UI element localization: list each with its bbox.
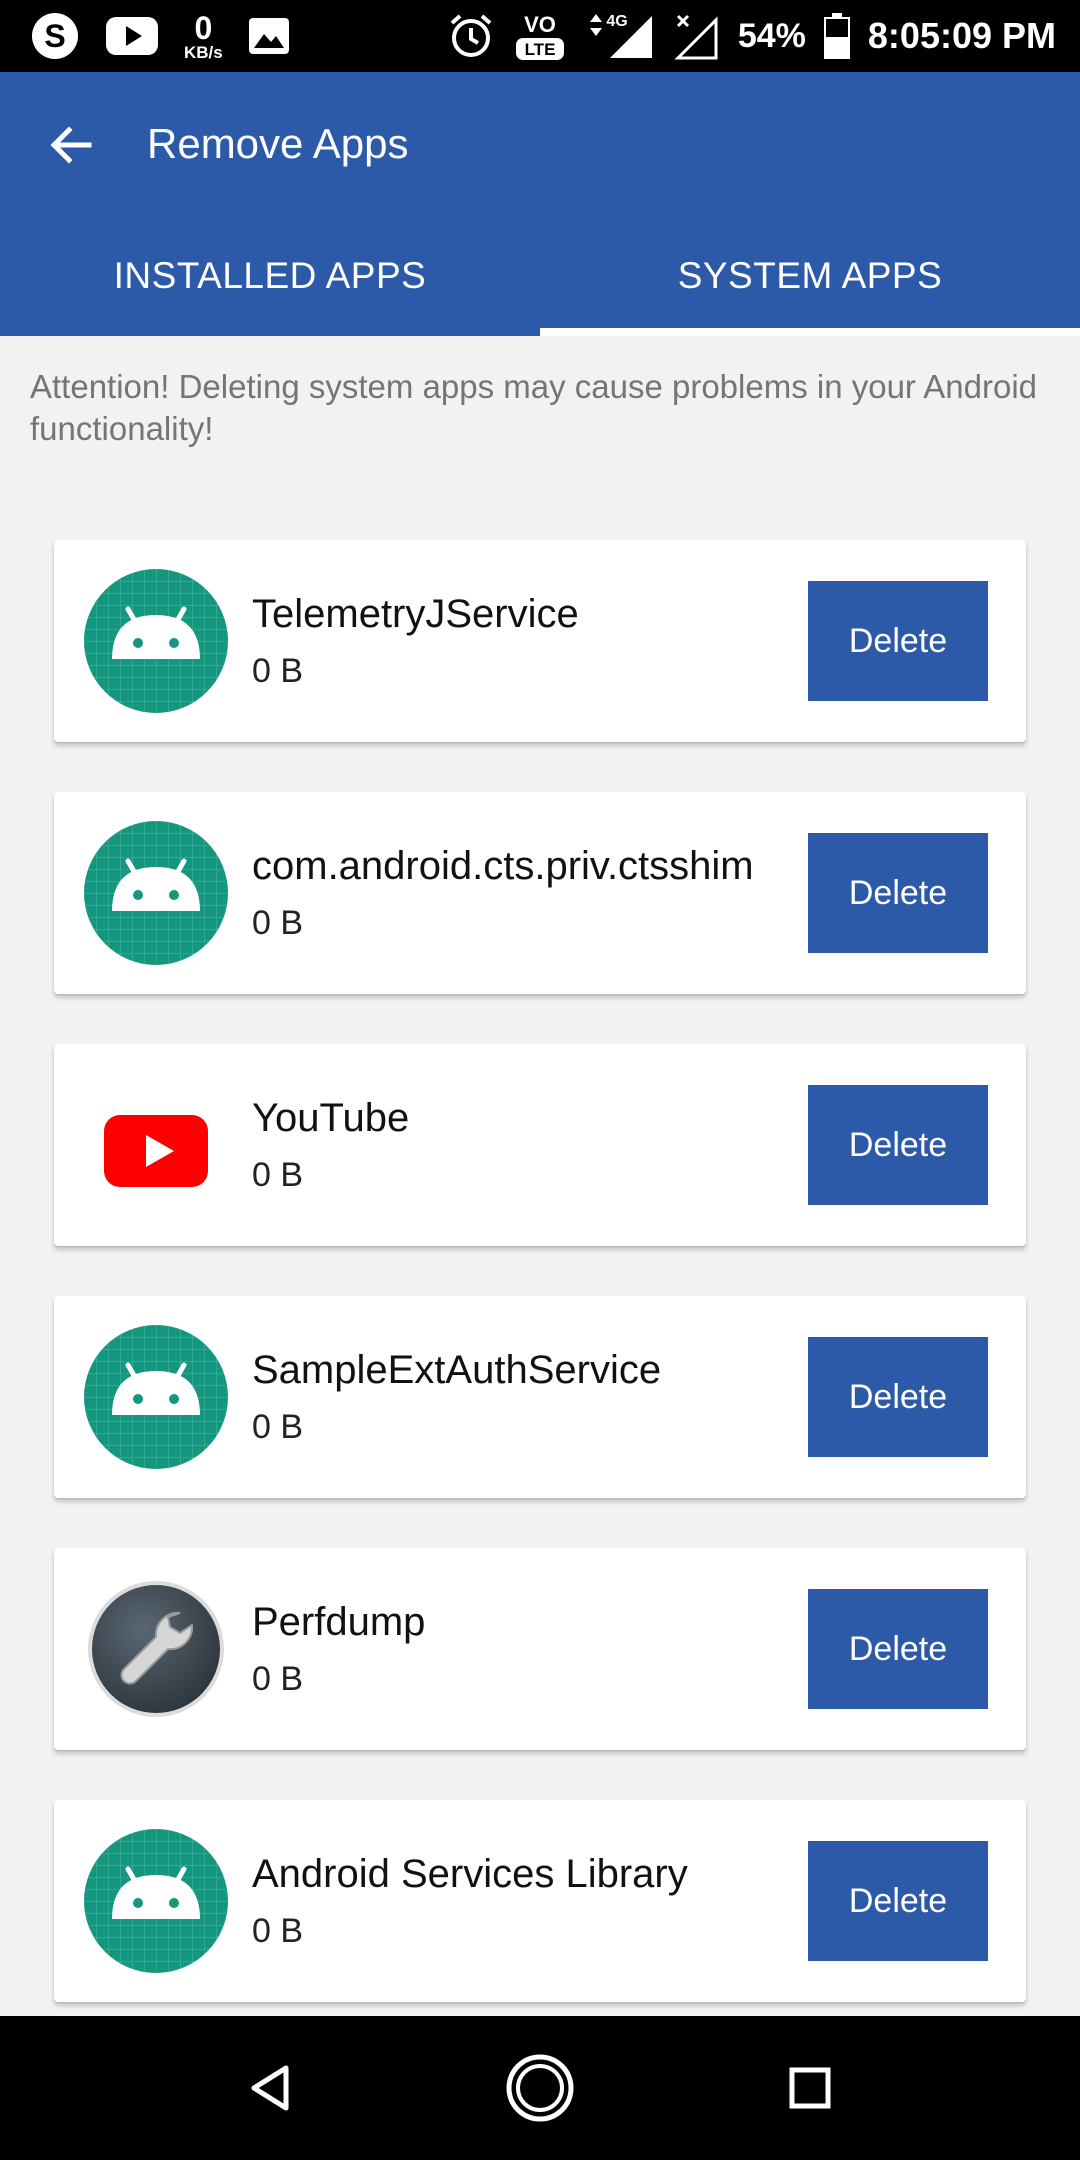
app-name: TelemetryJService <box>252 592 579 636</box>
app-size: 0 B <box>252 904 304 942</box>
android-icon <box>84 569 228 713</box>
tab-bar: INSTALLED APPS SYSTEM APPS <box>0 216 1080 336</box>
youtube-icon <box>84 1073 228 1217</box>
app-name: SampleExtAuthService <box>252 1348 662 1392</box>
data-speed-value: 0 <box>194 9 213 46</box>
tab-installed-apps[interactable]: INSTALLED APPS <box>0 216 540 336</box>
list-item: Perfdump 0 B Delete <box>54 1548 1026 1750</box>
list-item: TelemetryJService 0 B Delete <box>54 540 1026 742</box>
nav-home-button[interactable] <box>504 2052 576 2124</box>
delete-button[interactable]: Delete <box>808 1085 988 1205</box>
nav-back-button[interactable] <box>234 2052 306 2124</box>
tab-system-apps[interactable]: SYSTEM APPS <box>540 216 1080 336</box>
back-button[interactable] <box>36 110 106 180</box>
no-signal-icon <box>674 12 720 60</box>
delete-button[interactable]: Delete <box>808 1337 988 1457</box>
svg-text:4G: 4G <box>606 13 627 30</box>
list-item: YouTube 0 B Delete <box>54 1044 1026 1246</box>
volte-icon: VO LTE <box>512 10 568 62</box>
home-circle-icon <box>506 2054 574 2122</box>
status-left: S 0 KB/s <box>30 10 289 62</box>
app-name: YouTube <box>252 1096 410 1140</box>
app-size: 0 B <box>252 1408 304 1446</box>
app-name: Perfdump <box>252 1600 426 1644</box>
page-title: Remove Apps <box>147 120 409 167</box>
data-speed-indicator: 0 KB/s <box>184 12 223 61</box>
app-size: 0 B <box>252 1912 304 1950</box>
data-speed-unit: KB/s <box>184 42 223 62</box>
recents-square-icon <box>789 2067 831 2109</box>
youtube-icon <box>106 17 158 55</box>
clock: 8:05:09 PM <box>867 15 1056 56</box>
navigation-bar <box>0 2016 1080 2160</box>
app-name: Android Services Library <box>252 1852 688 1896</box>
android-icon <box>84 1325 228 1469</box>
svg-text:S: S <box>44 18 65 54</box>
wrench-icon <box>84 1577 228 1721</box>
arrow-left-icon <box>50 126 92 164</box>
list-item: Android Services Library 0 B Delete <box>54 1800 1026 2002</box>
app-size: 0 B <box>252 652 304 690</box>
nav-recents-button[interactable] <box>774 2052 846 2124</box>
status-right: VO LTE 4G 54% 8:05:09 PM <box>448 10 1056 62</box>
svg-text:LTE: LTE <box>524 40 555 59</box>
svg-text:VO: VO <box>524 12 556 37</box>
attention-notice: Attention! Deleting system apps may caus… <box>30 368 1038 447</box>
android-icon <box>84 1829 228 1973</box>
delete-button[interactable]: Delete <box>808 581 988 701</box>
app-size: 0 B <box>252 1156 304 1194</box>
gallery-icon <box>248 18 289 54</box>
battery-percent: 54% <box>737 16 806 55</box>
battery-icon <box>823 13 850 59</box>
delete-button[interactable]: Delete <box>808 833 988 953</box>
delete-button[interactable]: Delete <box>808 1589 988 1709</box>
android-icon <box>84 821 228 965</box>
app-list: TelemetryJService 0 B Delete com.android… <box>54 540 1026 2052</box>
app-size: 0 B <box>252 1660 304 1698</box>
app-bar: Remove Apps <box>0 72 1080 216</box>
back-triangle-icon <box>251 2065 289 2111</box>
alarm-icon <box>448 13 494 59</box>
list-item: com.android.cts.priv.ctsshim 0 B Delete <box>54 792 1026 994</box>
status-bar: S 0 KB/s VO LTE 4G 54% 8:05:09 PM <box>0 0 1080 72</box>
list-item: SampleExtAuthService 0 B Delete <box>54 1296 1026 1498</box>
delete-button[interactable]: Delete <box>808 1841 988 1961</box>
app-name: com.android.cts.priv.ctsshim <box>252 844 754 888</box>
network-signal-icon: 4G <box>586 12 656 60</box>
skype-icon: S <box>30 11 80 61</box>
